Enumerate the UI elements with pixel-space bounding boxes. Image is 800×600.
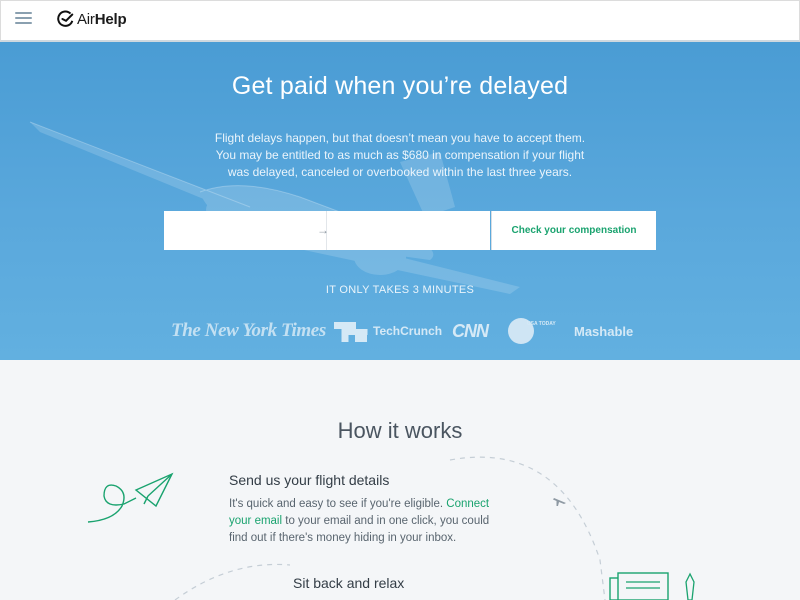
mashable-logo: Mashable	[574, 323, 634, 339]
logo-text: AirHelp	[77, 10, 127, 28]
paper-plane-icon	[87, 472, 174, 523]
airhelp-logo-icon	[57, 10, 74, 27]
arrow-right-icon: →	[317, 223, 329, 237]
step-1-description: It's quick and easy to see if you're eli…	[229, 498, 490, 544]
hero-title: Get paid when you’re delayed	[231, 72, 569, 100]
how-it-works-title: How it works	[337, 418, 463, 443]
cnn-logo: CNN	[452, 320, 489, 341]
techcrunch-mark-icon	[334, 322, 368, 342]
small-airplane-icon	[553, 498, 566, 506]
departure-airport-input[interactable]	[164, 211, 327, 250]
time-note: IT ONLY TAKES 3 MINUTES	[325, 284, 475, 296]
usa-today-logo-text: USA TODAY	[527, 321, 556, 327]
hero-description: Flight delays happen, but that doesn’t m…	[214, 131, 586, 179]
documents-and-pen-icon	[609, 572, 695, 600]
airhelp-logo[interactable]: AirHelp	[57, 9, 127, 29]
step-1-title: Send us your flight details	[229, 472, 390, 488]
hamburger-menu-icon[interactable]	[15, 12, 32, 26]
nyt-logo: The New York Times	[171, 320, 326, 341]
step-2-title: Sit back and relax	[293, 575, 405, 591]
techcrunch-text: TechCrunch	[373, 324, 443, 338]
hero-section: Get paid when you’re delayed Flight dela…	[0, 42, 800, 360]
check-compensation-button[interactable]: Check your compensation	[491, 211, 656, 250]
compensation-search-form: → Check your compensation	[164, 211, 656, 250]
top-navigation-bar: AirHelp	[0, 0, 800, 42]
arrival-airport-input[interactable]	[327, 211, 490, 250]
techcrunch-logo: TechCrunch	[334, 318, 442, 344]
